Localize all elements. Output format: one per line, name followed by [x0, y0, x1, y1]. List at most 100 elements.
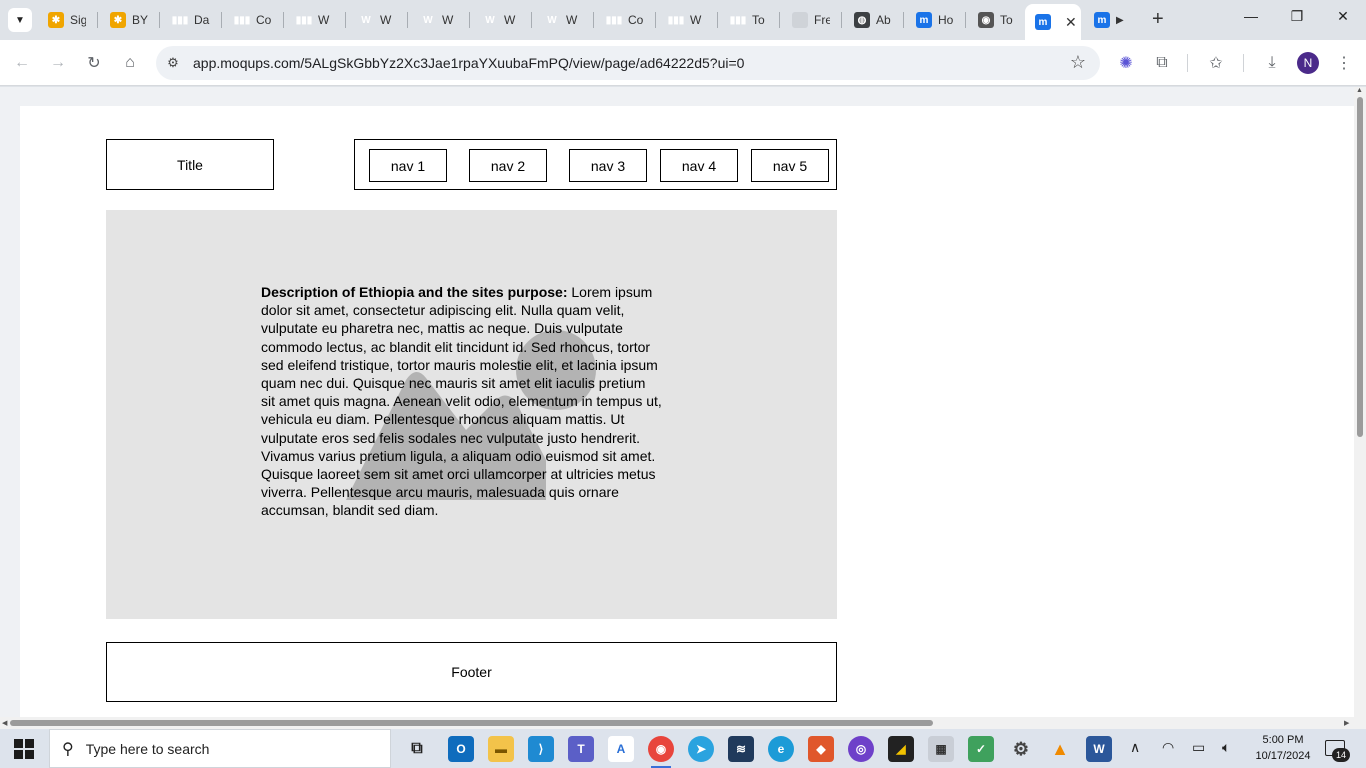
browser-tab[interactable]: W W [348, 6, 406, 34]
horizontal-scrollbar[interactable]: ◀ ▶ [0, 717, 1366, 729]
search-icon: ⚲ [62, 740, 74, 758]
browser-tab[interactable]: ◍ Ab [844, 6, 902, 34]
w-logo-icon: W [485, 14, 495, 26]
vlc-icon[interactable]: ▲ [1047, 736, 1073, 762]
shield-check-icon[interactable]: ✓ [968, 736, 994, 762]
browser-tab[interactable]: ✱ BY [100, 6, 158, 34]
browser-tab-active[interactable]: m ✕ [1025, 4, 1081, 40]
close-icon[interactable]: ✕ [1065, 14, 1077, 31]
page-footer: Footer [106, 642, 837, 702]
tab-separator [97, 12, 98, 28]
tab-separator [407, 12, 408, 28]
tab-separator [841, 12, 842, 28]
sticky-notes-icon[interactable]: ◢ [888, 736, 914, 762]
volume-icon[interactable]: 🔈︎ [1222, 739, 1230, 756]
new-tab-button[interactable]: + [1152, 9, 1164, 29]
word-icon[interactable]: W [1086, 736, 1112, 762]
bookmark-star-icon[interactable]: ☆ [1070, 52, 1086, 73]
github-desktop-icon[interactable]: ◎ [848, 736, 874, 762]
extension-gemini-icon[interactable]: ✺ [1115, 52, 1137, 74]
toolbar-divider [1187, 54, 1188, 72]
windows-start-icon[interactable] [14, 739, 34, 759]
description-body: Lorem ipsum dolor sit amet, consectetur … [261, 284, 662, 519]
scrollbar-thumb[interactable] [10, 720, 933, 726]
taskbar-search-box[interactable]: ⚲ Type here to search [49, 729, 391, 768]
nav-button-2[interactable]: nav 2 [469, 149, 547, 182]
moqups-icon: m [1094, 12, 1110, 28]
git-gui-icon[interactable]: ◆ [808, 736, 834, 762]
notification-badge: 14 [1332, 748, 1350, 762]
chrome-icon: ◉ [978, 12, 994, 28]
browser-tab[interactable]: ▮▮▮ Co [596, 6, 654, 34]
nav-button-4[interactable]: nav 4 [660, 149, 738, 182]
app-a-icon[interactable]: A [608, 736, 634, 762]
restore-icon[interactable]: ❐ [1282, 8, 1312, 25]
browser-tab[interactable]: ✱ Sig [38, 6, 96, 34]
tab-search-button[interactable]: ▼ [8, 8, 32, 32]
browser-tab[interactable]: ▮▮▮ Co [224, 6, 282, 34]
browser-tab[interactable]: W W [410, 6, 468, 34]
tab-separator [779, 12, 780, 28]
tab-separator [655, 12, 656, 28]
telegram-icon[interactable]: ➤ [688, 736, 714, 762]
tab-separator [469, 12, 470, 28]
w-logo-icon: W [423, 14, 433, 26]
tab-separator [221, 12, 222, 28]
profile-avatar[interactable]: N [1297, 52, 1319, 74]
window-close-icon[interactable]: ✕ [1328, 8, 1358, 25]
hero-section: Description of Ethiopia and the sites pu… [106, 210, 837, 619]
taskbar-clock[interactable]: 5:00 PM 10/17/2024 [1248, 732, 1318, 764]
task-view-icon[interactable]: ⧉ [404, 736, 430, 762]
image-viewer-icon[interactable]: ▦ [928, 736, 954, 762]
chevron-up-icon[interactable]: ∧ [1130, 739, 1140, 756]
menu-kebab-icon[interactable]: ⋮ [1333, 52, 1355, 74]
forward-icon[interactable]: → [47, 52, 69, 74]
file-explorer-icon[interactable]: ▬ [488, 736, 514, 762]
home-icon[interactable]: ⌂ [119, 52, 141, 74]
download-icon[interactable]: ⤓ [1261, 52, 1283, 74]
wifi-icon[interactable]: ◠ [1162, 739, 1174, 756]
description-text: Description of Ethiopia and the sites pu… [261, 283, 663, 520]
browser-tab[interactable]: ▮▮▮ Da [162, 6, 220, 34]
url-text[interactable]: app.moqups.com/5ALgSkGbbYz2Xc3Jae1rpaYXu… [193, 55, 744, 71]
browser-tab[interactable]: W W [534, 6, 592, 34]
extensions-puzzle-icon[interactable]: ⧉ [1151, 52, 1173, 74]
vertical-scrollbar[interactable]: ▲ [1354, 87, 1366, 717]
browser-tab[interactable]: m ▶ [1084, 6, 1140, 34]
scroll-up-icon[interactable]: ▲ [1356, 87, 1363, 94]
browser-tab[interactable]: m Ho [906, 6, 964, 34]
edge-icon[interactable]: e [768, 736, 794, 762]
browser-tab[interactable]: ▮▮▮ To [720, 6, 778, 34]
mysql-workbench-icon[interactable]: ≋ [728, 736, 754, 762]
page-title: Title [106, 139, 274, 190]
scrollbar-thumb[interactable] [1357, 97, 1363, 437]
bar-chart-icon: ▮▮▮ [295, 14, 313, 26]
reload-icon[interactable]: ↻ [83, 52, 105, 74]
vscode-icon[interactable]: ⟩ [528, 736, 554, 762]
chrome-taskbar-icon[interactable]: ◉ [648, 736, 674, 768]
battery-icon[interactable]: ▭ [1192, 739, 1205, 756]
browser-tab[interactable]: ▮▮▮ W [286, 6, 344, 34]
site-info-icon[interactable]: ⚙ [164, 54, 182, 72]
navigation-bar: nav 1 nav 2 nav 3 nav 4 nav 5 [354, 139, 837, 190]
bar-chart-icon: ▮▮▮ [667, 14, 685, 26]
browser-tab[interactable]: ▮▮▮ W [658, 6, 716, 34]
browser-tab[interactable]: Fre [782, 6, 840, 34]
nav-button-1[interactable]: nav 1 [369, 149, 447, 182]
scroll-left-icon[interactable]: ◀ [2, 719, 7, 727]
scroll-right-icon[interactable]: ▶ [1344, 719, 1349, 727]
outlook-icon[interactable]: O [448, 736, 474, 762]
settings-gear-icon[interactable]: ⚙ [1008, 736, 1034, 762]
address-bar[interactable]: ⚙ app.moqups.com/5ALgSkGbbYz2Xc3Jae1rpaY… [156, 46, 1100, 80]
nav-button-5[interactable]: nav 5 [751, 149, 829, 182]
browser-tab[interactable]: W W [472, 6, 530, 34]
teams-icon[interactable]: T [568, 736, 594, 762]
browser-tab[interactable]: ◉ To [968, 6, 1026, 34]
bar-chart-icon: ▮▮▮ [605, 14, 623, 26]
bookmarks-icon[interactable]: ✩ [1205, 52, 1227, 74]
nav-button-3[interactable]: nav 3 [569, 149, 647, 182]
back-icon[interactable]: ← [11, 52, 33, 74]
minimize-icon[interactable]: — [1236, 8, 1266, 24]
tab-separator [593, 12, 594, 28]
tab-separator [531, 12, 532, 28]
